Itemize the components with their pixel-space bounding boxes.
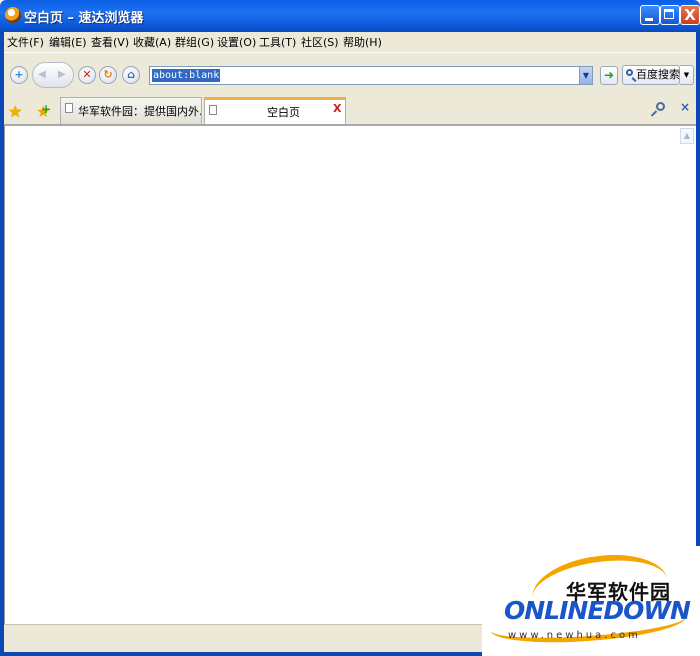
- refresh-button[interactable]: ↻: [99, 66, 117, 84]
- home-button[interactable]: ⌂: [122, 66, 140, 84]
- watermark-logo: 华军软件园 ONLINEDOWN www.newhua.com: [482, 546, 700, 656]
- search-engine-button[interactable]: 百度搜索: [622, 65, 680, 85]
- go-button[interactable]: ➜: [600, 66, 618, 85]
- forward-arrow-icon[interactable]: ▶: [58, 69, 70, 81]
- star-plus-icon[interactable]: ★: [36, 101, 51, 120]
- app-icon[interactable]: [5, 7, 21, 23]
- back-arrow-icon[interactable]: ◀: [38, 69, 50, 81]
- close-window-button[interactable]: X: [680, 5, 700, 25]
- tab-label: 华军软件园：提供国内外...: [78, 105, 202, 118]
- address-bar[interactable]: about:blank: [149, 66, 593, 85]
- minimize-button[interactable]: [640, 5, 660, 25]
- menu-edit[interactable]: 编辑(E): [49, 34, 87, 50]
- stop-button[interactable]: ✕: [78, 66, 96, 84]
- window-title: 空白页 – 速达浏览器: [24, 11, 144, 26]
- title-bar: 空白页 – 速达浏览器 X: [0, 0, 700, 32]
- star-icon[interactable]: ★: [8, 104, 22, 120]
- page-icon: [65, 103, 73, 113]
- new-tab-button[interactable]: +: [10, 66, 28, 84]
- page-icon: [209, 105, 217, 115]
- close-icon[interactable]: ×: [680, 100, 690, 114]
- search-engine-label: 百度搜索: [636, 68, 680, 81]
- menu-bar: 文件(F) 编辑(E) 查看(V) 收藏(A) 群组(G) 设置(O) 工具(T…: [4, 32, 696, 52]
- menu-tools[interactable]: 工具(T): [259, 34, 296, 50]
- search-icon: [626, 69, 633, 76]
- watermark-url: www.newhua.com: [508, 630, 641, 641]
- menu-help[interactable]: 帮助(H): [343, 34, 382, 50]
- tab-huajun[interactable]: 华军软件园：提供国内外...: [60, 97, 202, 124]
- address-history-dropdown[interactable]: ▼: [579, 66, 593, 85]
- tab-label: 空白页: [267, 106, 300, 119]
- menu-groups[interactable]: 群组(G): [175, 34, 214, 50]
- back-forward-group: ◀ ▶: [32, 62, 74, 88]
- menu-file[interactable]: 文件(F): [7, 34, 44, 50]
- search-engine-dropdown[interactable]: ▼: [680, 65, 694, 85]
- tab-bar: ★ ★ 华军软件园：提供国内外... 空白页 X ×: [4, 94, 696, 126]
- menu-favorites[interactable]: 收藏(A): [133, 34, 171, 50]
- menu-view[interactable]: 查看(V): [91, 34, 129, 50]
- navigation-toolbar: + ◀ ▶ ✕ ↻ ⌂ about:blank ▼ ➜ 百度搜索 ▼: [4, 52, 696, 94]
- address-input-value[interactable]: about:blank: [152, 69, 221, 82]
- tab-blank-page[interactable]: 空白页 X: [204, 97, 346, 124]
- menu-community[interactable]: 社区(S): [301, 34, 339, 50]
- close-icon: X: [684, 6, 696, 24]
- menu-settings[interactable]: 设置(O): [217, 34, 256, 50]
- magnifier-icon[interactable]: [656, 102, 665, 111]
- scroll-up-arrow[interactable]: ▲: [680, 128, 694, 144]
- maximize-button[interactable]: [660, 5, 680, 25]
- close-tab-icon[interactable]: X: [333, 102, 341, 115]
